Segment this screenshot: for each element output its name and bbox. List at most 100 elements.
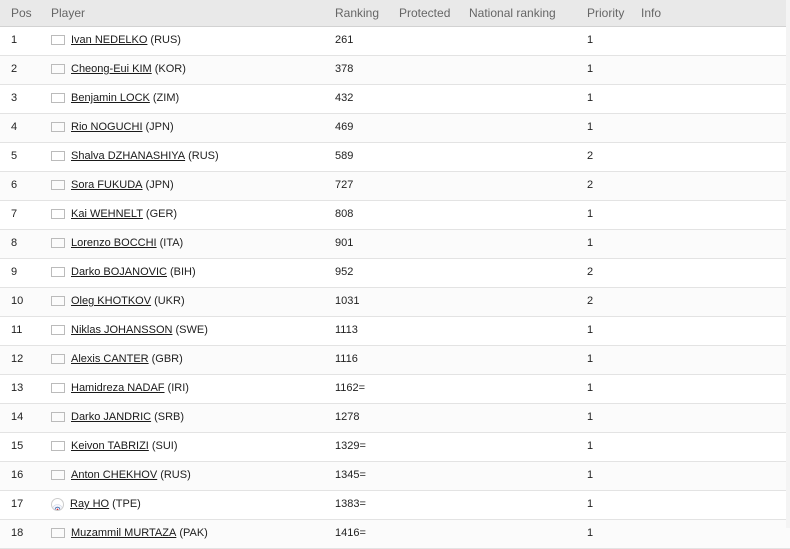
header-info[interactable]: Info: [641, 0, 661, 26]
table-row: 1 Ivan NEDELKO (RUS) 261 1: [0, 27, 790, 56]
player-link[interactable]: Kai WEHNELT: [71, 201, 143, 227]
header-protected[interactable]: Protected: [399, 0, 450, 26]
header-pos[interactable]: Pos: [11, 0, 32, 26]
scrollbar-track[interactable]: [786, 0, 790, 528]
row-pos: 17: [11, 498, 24, 510]
player-link[interactable]: Lorenzo BOCCHI: [71, 230, 157, 256]
row-ranking: 1278: [335, 411, 360, 423]
row-pos: 1: [11, 34, 18, 46]
row-priority: 1: [587, 324, 594, 336]
zim-flag-icon: [51, 93, 65, 103]
row-priority: 2: [587, 150, 594, 162]
row-pos: 4: [11, 121, 18, 133]
row-priority: 1: [587, 208, 594, 220]
header-ranking[interactable]: Ranking: [335, 0, 379, 26]
player-link[interactable]: Anton CHEKHOV: [71, 462, 157, 488]
row-pos: 9: [11, 266, 18, 278]
header-player[interactable]: Player: [51, 0, 85, 26]
rus-flag-icon: [51, 470, 65, 480]
player-country: (SUI): [151, 440, 178, 452]
player-country: (SRB): [154, 411, 185, 423]
row-pos: 15: [11, 440, 24, 452]
row-player: Lorenzo BOCCHI (ITA): [51, 230, 183, 256]
row-player: Benjamin LOCK (ZIM): [51, 85, 179, 111]
table-row: 10 Oleg KHOTKOV (UKR) 1031 2: [0, 288, 790, 317]
row-ranking: 589: [335, 150, 354, 162]
swe-flag-icon: [51, 325, 65, 335]
tpe-flag-icon: [51, 497, 64, 511]
player-country: (JPN): [145, 121, 174, 133]
rus-flag-icon: [51, 151, 65, 161]
player-country: (ZIM): [152, 92, 180, 104]
row-priority: 1: [587, 63, 594, 75]
row-pos: 13: [11, 382, 24, 394]
row-priority: 1: [587, 92, 594, 104]
row-priority: 1: [587, 440, 594, 452]
player-link[interactable]: Muzammil MURTAZA: [71, 520, 176, 546]
player-link[interactable]: Benjamin LOCK: [71, 85, 150, 111]
srb-flag-icon: [51, 412, 65, 422]
row-priority: 1: [587, 469, 594, 481]
row-pos: 2: [11, 63, 18, 75]
row-player: Cheong-Eui KIM (KOR): [51, 56, 186, 82]
row-player: Muzammil MURTAZA (PAK): [51, 520, 208, 546]
player-country: (TPE): [112, 498, 141, 510]
player-link[interactable]: Darko JANDRIC: [71, 404, 151, 430]
row-priority: 1: [587, 34, 594, 46]
player-link[interactable]: Cheong-Eui KIM: [71, 56, 152, 82]
row-ranking: 1345=: [335, 469, 366, 481]
player-link[interactable]: Sora FUKUDA: [71, 172, 143, 198]
header-priority[interactable]: Priority: [587, 0, 624, 26]
row-ranking: 901: [335, 237, 354, 249]
row-player: Kai WEHNELT (GER): [51, 201, 177, 227]
row-priority: 1: [587, 121, 594, 133]
player-country: (IRI): [167, 382, 189, 394]
table-row: 6 Sora FUKUDA (JPN) 727 2: [0, 172, 790, 201]
player-link[interactable]: Darko BOJANOVIC: [71, 259, 167, 285]
row-ranking: 1329=: [335, 440, 366, 452]
player-link[interactable]: Ivan NEDELKO: [71, 27, 147, 53]
player-link[interactable]: Rio NOGUCHI: [71, 114, 143, 140]
table-row: 12 Alexis CANTER (GBR) 1116 1: [0, 346, 790, 375]
row-pos: 8: [11, 237, 18, 249]
player-link[interactable]: Ray HO: [70, 491, 109, 517]
row-player: Ray HO (TPE): [51, 491, 141, 517]
row-ranking: 1113: [335, 324, 358, 336]
player-country: (SWE): [175, 324, 208, 336]
player-country: (RUS): [160, 469, 191, 481]
header-national-ranking[interactable]: National ranking: [469, 0, 556, 26]
row-pos: 10: [11, 295, 24, 307]
row-player: Rio NOGUCHI (JPN): [51, 114, 174, 140]
row-player: Niklas JOHANSSON (SWE): [51, 317, 208, 343]
player-link[interactable]: Hamidreza NADAF: [71, 375, 165, 401]
table-row: 17 Ray HO (TPE) 1383= 1: [0, 491, 790, 520]
row-priority: 1: [587, 382, 594, 394]
row-player: Alexis CANTER (GBR): [51, 346, 183, 372]
player-link[interactable]: Shalva DZHANASHIYA: [71, 143, 185, 169]
player-country: (GER): [145, 208, 178, 220]
table-body: 1 Ivan NEDELKO (RUS) 261 1 2 Cheong-Eui KIM (KO…: [0, 27, 790, 549]
row-pos: 3: [11, 92, 18, 104]
ukr-flag-icon: [51, 296, 65, 306]
row-priority: 2: [587, 266, 594, 278]
player-link[interactable]: Alexis CANTER: [71, 346, 149, 372]
table-row: 9 Darko BOJANOVIC (BIH) 952 2: [0, 259, 790, 288]
jpn-flag-icon: [51, 122, 65, 132]
player-country: (UKR): [154, 295, 185, 307]
row-ranking: 727: [335, 179, 354, 191]
player-country: (ITA): [159, 237, 184, 249]
row-player: Sora FUKUDA (JPN): [51, 172, 174, 198]
row-priority: 1: [587, 353, 594, 365]
row-pos: 11: [11, 324, 23, 336]
entry-list-table: Pos Player Ranking Protected National ra…: [0, 0, 790, 549]
player-link[interactable]: Oleg KHOTKOV: [71, 288, 151, 314]
player-country: (PAK): [179, 527, 208, 539]
player-link[interactable]: Niklas JOHANSSON: [71, 317, 172, 343]
row-player: Keivon TABRIZI (SUI): [51, 433, 178, 459]
player-country: (GBR): [151, 353, 183, 365]
sui-flag-icon: [51, 441, 65, 451]
row-ranking: 808: [335, 208, 354, 220]
table-row: 5 Shalva DZHANASHIYA (RUS) 589 2: [0, 143, 790, 172]
player-link[interactable]: Keivon TABRIZI: [71, 433, 149, 459]
row-ranking: 1116: [335, 353, 358, 365]
